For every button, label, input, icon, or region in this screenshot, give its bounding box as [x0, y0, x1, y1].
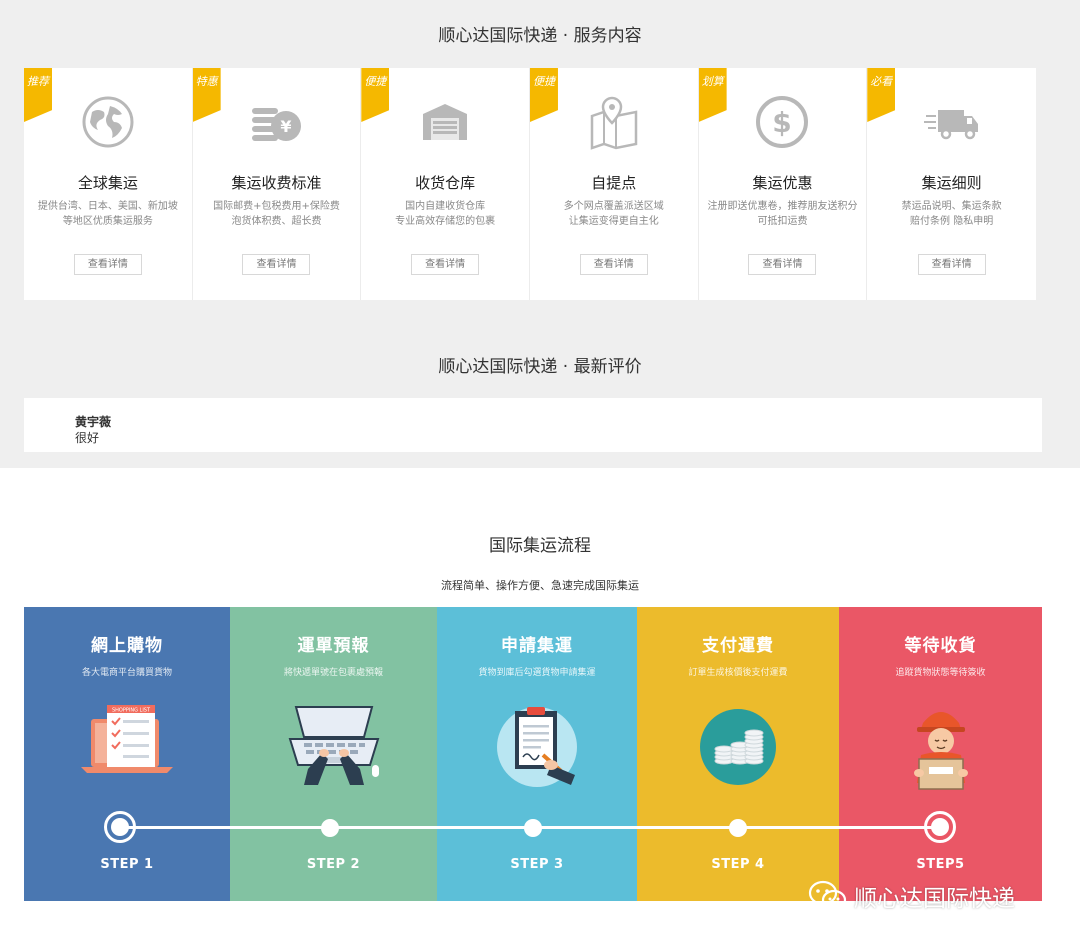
map-pin-icon: [590, 96, 638, 150]
step-label: STEP 1: [100, 857, 154, 872]
service-card-pricing: 特惠 ¥ 集运收费标准 国际邮费+包税费用+保险费 泡货体积费、超长费 查看详情: [192, 68, 362, 300]
timeline-dot-2: [321, 819, 339, 837]
service-desc: 禁运品说明、集运条款 赔付条例 隐私申明: [901, 201, 1002, 227]
review-item: 黄宇薇 很好: [24, 398, 1042, 452]
svg-text:$: $: [773, 106, 792, 139]
step-title: 運單預報: [297, 636, 370, 656]
service-desc: 多个网点覆盖派送区域 让集运变得更自主化: [563, 201, 664, 227]
dollar-coin-icon: $: [756, 96, 809, 148]
shopping-list-label: SHOPPING LIST: [112, 708, 151, 714]
step-label: STEP5: [916, 857, 965, 872]
service-desc: 提供台湾、日本、美国、新加坡 等地区优质集运服务: [37, 201, 178, 227]
step-label: STEP 2: [306, 857, 361, 872]
courier-package-icon: [913, 712, 968, 790]
step-desc: 追蹤貨物狀態等待簽收: [895, 668, 986, 678]
step-label: STEP 3: [510, 857, 564, 872]
ribbon-badge: 便捷: [529, 68, 558, 122]
step-desc: 貨物到庫后勾選貨物申請集運: [478, 668, 596, 678]
service-card-global: 推荐 全球集运 提供台湾、日本、美国、新加坡 等地区优质集运服务 查看详情: [24, 68, 193, 300]
service-desc: 国内自建收货仓库 专业高效存储您的包裹: [395, 201, 496, 227]
view-details-button[interactable]: 查看详情: [579, 254, 648, 275]
reviewer-name: 黄宇薇: [75, 415, 112, 429]
service-title: 集运收费标准: [231, 174, 322, 192]
view-details-button[interactable]: 查看详情: [73, 254, 142, 275]
services-title: 顺心达国际快递 · 服务内容: [438, 26, 642, 46]
coin-stacks-icon: [700, 709, 776, 785]
service-title: 集运细则: [921, 174, 982, 192]
ribbon-badge: 推荐: [24, 68, 52, 122]
step-apply-consolidation: 申請集運 貨物到庫后勾選貨物申請集運 STEP 3: [437, 607, 637, 901]
process-steps: 網上購物 各大電商平台購買貨物 SHOPPING LIST STEP 1 運單預…: [24, 607, 1042, 901]
step-desc: 將快遞單號在包裹處預報: [283, 668, 383, 678]
ribbon-badge: 必看: [867, 68, 896, 122]
service-title: 全球集运: [77, 174, 138, 192]
service-desc: 注册即送优惠卷，推荐朋友送积分 可抵扣运费: [707, 201, 858, 227]
service-card-rules: 必看 集运细则 禁运品说明、集运条款 赔付条例 隐私申明 查看详情: [867, 68, 1036, 300]
watermark: 顺心达国际快递: [808, 878, 1015, 914]
view-details-button[interactable]: 查看详情: [748, 254, 817, 275]
timeline-dot-5: [924, 811, 956, 843]
step-desc: 訂單生成核價後支付運費: [688, 668, 788, 678]
step-await-delivery: 等待收貨 追蹤貨物狀態等待簽收 STEP5: [839, 607, 1042, 901]
reviews-title: 顺心达国际快递 · 最新评价: [438, 357, 642, 377]
svg-text:¥: ¥: [281, 117, 292, 136]
step-label: STEP 4: [711, 857, 765, 872]
step-desc: 各大電商平台購買貨物: [81, 668, 172, 678]
service-title: 收货仓库: [415, 174, 476, 192]
service-desc: 国际邮费+包税费用+保险费 泡货体积费、超长费: [213, 201, 340, 227]
ribbon-badge: 便捷: [361, 68, 390, 122]
shopping-list-laptop-icon: SHOPPING LIST: [81, 705, 173, 773]
service-card-pickup: 便捷 自提点 多个网点覆盖派送区域 让集运变得更自主化 查看详情: [529, 68, 699, 300]
globe-icon: [82, 96, 134, 148]
process-subtitle: 流程简单、操作方便、急速完成国际集运: [441, 579, 639, 592]
service-title: 自提点: [591, 174, 637, 192]
timeline-dot-4: [729, 819, 747, 837]
view-details-button[interactable]: 查看详情: [411, 254, 480, 275]
ribbon-badge: 划算: [698, 68, 727, 122]
step-online-shopping: 網上購物 各大電商平台購買貨物 SHOPPING LIST STEP 1: [24, 607, 230, 901]
review-text: 很好: [75, 431, 100, 445]
top-section: 顺心达国际快递 · 服务内容 推荐 全球集运 提供台湾、日本、美国、新加坡 等地区…: [0, 0, 1080, 468]
step-title: 等待收貨: [904, 636, 977, 656]
yen-coins-icon: ¥: [252, 108, 302, 141]
view-details-button[interactable]: 查看详情: [242, 254, 311, 275]
step-title: 網上購物: [91, 636, 163, 656]
step-pay-shipping: 支付運費 訂單生成核價後支付運費 STEP 4: [637, 607, 839, 901]
service-card-discount: 划算 $ 集运优惠 注册即送优惠卷，推荐朋友送积分 可抵扣运费 查看详情: [698, 68, 868, 300]
ribbon-badge: 特惠: [192, 68, 221, 122]
process-title: 国际集运流程: [489, 536, 591, 556]
view-details-button[interactable]: 查看详情: [917, 254, 986, 275]
services-grid: 推荐 全球集运 提供台湾、日本、美国、新加坡 等地区优质集运服务 查看详情 特惠 …: [24, 68, 1036, 300]
laptop-typing-icon: [288, 706, 379, 785]
step-waybill-forecast: 運單預報 將快遞單號在包裹處預報 STEP 2: [230, 607, 437, 901]
warehouse-icon: [423, 104, 468, 140]
wechat-icon: [808, 880, 847, 911]
service-title: 集运优惠: [752, 174, 813, 192]
service-card-warehouse: 便捷 收货仓库 国内自建收货仓库 专业高效存储您的包裹 查看详情: [361, 68, 530, 300]
clipboard-signing-icon: [497, 707, 577, 787]
step-title: 支付運費: [702, 636, 774, 656]
delivery-truck-icon: [923, 110, 978, 140]
watermark-text: 顺心达国际快递: [854, 886, 1015, 912]
timeline-dot-3: [524, 819, 542, 837]
timeline-dot-1: [104, 811, 136, 843]
step-title: 申請集運: [501, 636, 573, 656]
